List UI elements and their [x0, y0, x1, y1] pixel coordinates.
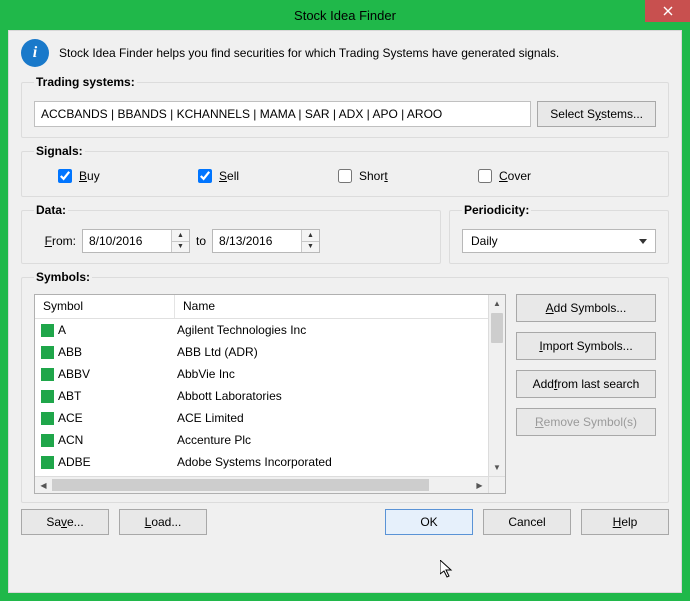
- symbol-icon: [41, 324, 54, 337]
- symbol-cell: ABBV: [58, 367, 90, 381]
- scroll-left-icon[interactable]: ◀: [35, 481, 52, 490]
- from-down-icon[interactable]: ▼: [172, 242, 189, 253]
- info-text: Stock Idea Finder helps you find securit…: [59, 46, 559, 60]
- symbol-icon: [41, 434, 54, 447]
- to-up-icon[interactable]: ▲: [302, 230, 319, 242]
- table-row[interactable]: ADBE Adobe Systems Incorporated: [35, 451, 505, 473]
- sell-checkbox[interactable]: [198, 169, 212, 183]
- ok-button[interactable]: OK: [385, 509, 473, 535]
- col-name[interactable]: Name: [175, 295, 505, 318]
- name-cell: ABB Ltd (ADR): [175, 345, 505, 359]
- symbols-group: Symbols: Symbol Name A Agilent Technologi…: [21, 270, 669, 503]
- short-checkbox-label[interactable]: Short: [334, 166, 474, 186]
- name-cell: Accenture Plc: [175, 433, 505, 447]
- window-title: Stock Idea Finder: [294, 8, 396, 23]
- symbols-table[interactable]: Symbol Name A Agilent Technologies Inc ABB…: [34, 294, 506, 494]
- close-button[interactable]: [645, 0, 690, 22]
- table-row[interactable]: ABT Abbott Laboratories: [35, 385, 505, 407]
- periodicity-select[interactable]: Daily: [462, 229, 656, 253]
- hscroll-thumb[interactable]: [52, 479, 429, 491]
- from-date-input[interactable]: 8/10/2016 ▲▼: [82, 229, 190, 253]
- add-from-last-search-button[interactable]: Add from last search: [516, 370, 656, 398]
- name-cell: Abbott Laboratories: [175, 389, 505, 403]
- load-button[interactable]: Load...: [119, 509, 207, 535]
- symbol-cell: ABT: [58, 389, 81, 403]
- symbol-cell: ACN: [58, 433, 83, 447]
- symbol-cell: ABB: [58, 345, 82, 359]
- symbol-icon: [41, 346, 54, 359]
- name-cell: AbbVie Inc: [175, 367, 505, 381]
- select-systems-button[interactable]: Select Systems...: [537, 101, 656, 127]
- info-row: i Stock Idea Finder helps you find secur…: [21, 39, 669, 67]
- add-symbols-button[interactable]: Add Symbols...: [516, 294, 656, 322]
- buy-checkbox[interactable]: [58, 169, 72, 183]
- data-legend: Data:: [34, 203, 68, 217]
- cancel-button[interactable]: Cancel: [483, 509, 571, 535]
- vertical-scrollbar[interactable]: ▲ ▼: [488, 295, 505, 476]
- cover-checkbox-label[interactable]: Cover: [474, 166, 614, 186]
- from-up-icon[interactable]: ▲: [172, 230, 189, 242]
- from-label: From:: [34, 234, 76, 248]
- systems-input[interactable]: ACCBANDS | BBANDS | KCHANNELS | MAMA | S…: [34, 101, 531, 127]
- symbol-icon: [41, 368, 54, 381]
- trading-systems-legend: Trading systems:: [34, 75, 137, 89]
- symbol-icon: [41, 390, 54, 403]
- table-row[interactable]: ACN Accenture Plc: [35, 429, 505, 451]
- info-icon: i: [21, 39, 49, 67]
- remove-symbols-button[interactable]: Remove Symbol(s): [516, 408, 656, 436]
- name-cell: ACE Limited: [175, 411, 505, 425]
- data-group: Data: From: 8/10/2016 ▲▼ to 8/13/2016 ▲▼: [21, 203, 441, 264]
- import-symbols-button[interactable]: Import Symbols...: [516, 332, 656, 360]
- scroll-up-icon[interactable]: ▲: [489, 295, 505, 312]
- titlebar: Stock Idea Finder: [0, 0, 690, 30]
- symbol-cell: ADBE: [58, 455, 91, 469]
- table-row[interactable]: A Agilent Technologies Inc: [35, 319, 505, 341]
- to-date-input[interactable]: 8/13/2016 ▲▼: [212, 229, 320, 253]
- footer: Save... Load... OK Cancel Help: [21, 509, 669, 535]
- scroll-down-icon[interactable]: ▼: [489, 459, 505, 476]
- symbol-icon: [41, 412, 54, 425]
- help-button[interactable]: Help: [581, 509, 669, 535]
- to-down-icon[interactable]: ▼: [302, 242, 319, 253]
- scroll-right-icon[interactable]: ▶: [471, 481, 488, 490]
- table-row[interactable]: ABB ABB Ltd (ADR): [35, 341, 505, 363]
- table-row[interactable]: ABBV AbbVie Inc: [35, 363, 505, 385]
- signals-legend: Signals:: [34, 144, 85, 158]
- col-symbol[interactable]: Symbol: [35, 295, 175, 318]
- sell-checkbox-label[interactable]: Sell: [194, 166, 334, 186]
- buy-checkbox-label[interactable]: Buy: [54, 166, 194, 186]
- periodicity-group: Periodicity: Daily: [449, 203, 669, 264]
- table-header: Symbol Name: [35, 295, 505, 319]
- table-row[interactable]: ACE ACE Limited: [35, 407, 505, 429]
- signals-group: Signals: Buy Sell Short Cover: [21, 144, 669, 197]
- name-cell: Adobe Systems Incorporated: [175, 455, 505, 469]
- periodicity-legend: Periodicity:: [462, 203, 531, 217]
- cover-checkbox[interactable]: [478, 169, 492, 183]
- trading-systems-group: Trading systems: ACCBANDS | BBANDS | KCH…: [21, 75, 669, 138]
- scroll-corner: [488, 476, 505, 493]
- scroll-thumb[interactable]: [491, 313, 503, 343]
- to-label: to: [196, 234, 206, 248]
- dialog-content: i Stock Idea Finder helps you find secur…: [8, 30, 682, 593]
- save-button[interactable]: Save...: [21, 509, 109, 535]
- horizontal-scrollbar[interactable]: ◀ ▶: [35, 476, 488, 493]
- short-checkbox[interactable]: [338, 169, 352, 183]
- symbol-cell: ACE: [58, 411, 83, 425]
- close-icon: [663, 6, 673, 16]
- symbol-cell: A: [58, 323, 66, 337]
- symbol-icon: [41, 456, 54, 469]
- name-cell: Agilent Technologies Inc: [175, 323, 505, 337]
- symbols-legend: Symbols:: [34, 270, 92, 284]
